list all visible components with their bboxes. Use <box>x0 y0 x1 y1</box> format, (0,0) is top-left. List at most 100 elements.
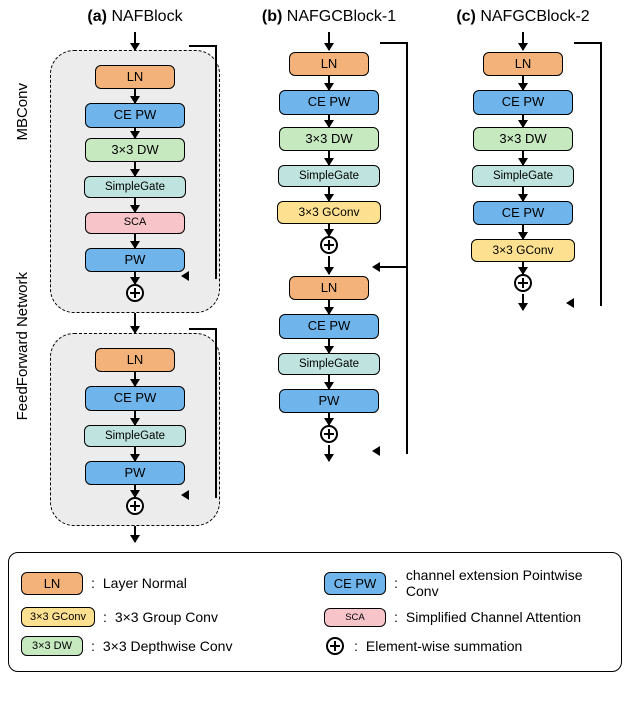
arrow <box>328 339 330 353</box>
arrow <box>134 234 136 248</box>
block-simplegate: SimpleGate <box>278 165 380 187</box>
arrow <box>328 151 330 165</box>
arrow <box>328 300 330 314</box>
sum-icon <box>514 274 532 292</box>
block-ln: LN <box>483 52 563 76</box>
swatch-dw: 3×3 DW <box>21 636 83 656</box>
arrow <box>522 115 524 127</box>
sum-icon <box>126 284 144 302</box>
arrow-out-a <box>134 526 136 542</box>
swatch-cepw: CE PW <box>324 572 386 595</box>
arrow <box>134 128 136 138</box>
block-ln: LN <box>95 65 175 89</box>
title-b: (b) NAFGCBlock-1 <box>262 8 396 26</box>
label-ffn: FeedForward Network <box>14 272 31 420</box>
arrow <box>134 272 136 284</box>
arrow-in-b <box>328 32 330 50</box>
block-simplegate: SimpleGate <box>472 165 574 187</box>
legend-text: 3×3 Group Conv <box>115 609 218 625</box>
swatch-gconv: 3×3 GConv <box>21 607 95 627</box>
arrow <box>134 198 136 212</box>
skip-ffn <box>189 328 217 498</box>
block-cepw: CE PW <box>85 103 185 127</box>
legend-row-cepw: CE PW : channel extension Pointwise Conv <box>324 567 609 599</box>
arrow <box>134 411 136 425</box>
legend-text: Layer Normal <box>103 575 187 591</box>
column-b: (b) NAFGCBlock-1 LN CE PW 3×3 DW SimpleG… <box>234 8 424 461</box>
sum-icon <box>324 635 346 657</box>
group-ffn: LN CE PW SimpleGate PW <box>50 333 220 526</box>
b-lower: LN CE PW SimpleGate PW <box>244 274 414 445</box>
block-cepw: CE PW <box>473 201 573 225</box>
arrow-out-b <box>328 445 330 461</box>
legend-text: channel extension Pointwise Conv <box>406 567 609 599</box>
legend-text: Element-wise summation <box>366 638 522 654</box>
block-cepw: CE PW <box>85 386 185 410</box>
arrow-in-a <box>134 32 136 50</box>
skip-mbconv <box>189 45 217 279</box>
block-cepw: CE PW <box>473 90 573 114</box>
block-pw: PW <box>279 389 379 413</box>
legend-row-gconv: 3×3 GConv : 3×3 Group Conv <box>21 607 306 627</box>
block-gconv: 3×3 GConv <box>277 201 381 224</box>
legend-row-ln: LN : Layer Normal <box>21 567 306 599</box>
skip-c <box>574 42 602 306</box>
arrow-in-c <box>522 32 524 50</box>
arrow <box>522 151 524 165</box>
block-ln: LN <box>289 52 369 76</box>
sum-icon <box>320 425 338 443</box>
legend-text: Simplified Channel Attention <box>406 609 581 625</box>
label-mbconv: MBConv <box>14 83 31 141</box>
arrow <box>134 447 136 461</box>
arrow <box>134 89 136 103</box>
arrow <box>328 76 330 90</box>
block-pw: PW <box>85 248 185 272</box>
block-ln: LN <box>95 348 175 372</box>
block-dw: 3×3 DW <box>279 127 379 151</box>
group-mbconv: LN CE PW 3×3 DW SimpleGate SCA PW <box>50 50 220 313</box>
b-upper: LN CE PW 3×3 DW SimpleGate 3×3 GConv <box>244 50 414 256</box>
arrow <box>134 162 136 176</box>
legend-text: 3×3 Depthwise Conv <box>103 638 233 654</box>
sum-icon <box>126 497 144 515</box>
column-a: (a) NAFBlock LN CE PW 3×3 DW SimpleGate … <box>40 8 230 542</box>
arrow <box>328 187 330 201</box>
side-labels: MBConv FeedForward Network <box>8 8 36 446</box>
block-sca: SCA <box>85 212 185 234</box>
c-stack: LN CE PW 3×3 DW SimpleGate CE PW 3×3 GCo… <box>438 50 608 294</box>
block-cepw: CE PW <box>279 314 379 338</box>
arrow-out-c <box>522 294 524 310</box>
arrow-mid-b <box>328 256 330 274</box>
legend-row-sum: : Element-wise summation <box>324 635 609 657</box>
swatch-sca: SCA <box>324 608 386 627</box>
arrow <box>328 413 330 425</box>
arrow <box>522 76 524 90</box>
block-pw: PW <box>85 461 185 485</box>
title-c: (c) NAFGCBlock-2 <box>456 8 589 26</box>
sum-icon <box>320 236 338 254</box>
swatch-ln: LN <box>21 572 83 595</box>
column-c: (c) NAFGCBlock-2 LN CE PW 3×3 DW SimpleG… <box>428 8 618 310</box>
arrow-mid-a <box>134 313 136 333</box>
figure: MBConv FeedForward Network (a) NAFBlock … <box>8 8 632 542</box>
block-dw: 3×3 DW <box>473 127 573 151</box>
arrow <box>522 262 524 274</box>
arrow <box>328 115 330 127</box>
skip-b1 <box>380 42 408 270</box>
block-simplegate: SimpleGate <box>84 176 186 198</box>
block-ln: LN <box>289 276 369 300</box>
block-simplegate: SimpleGate <box>84 425 186 447</box>
title-a: (a) NAFBlock <box>87 8 182 26</box>
arrow <box>134 372 136 386</box>
legend-row-sca: SCA : Simplified Channel Attention <box>324 607 609 627</box>
legend-row-dw: 3×3 DW : 3×3 Depthwise Conv <box>21 635 306 657</box>
legend: LN : Layer Normal CE PW : channel extens… <box>8 552 622 672</box>
block-simplegate: SimpleGate <box>278 353 380 375</box>
arrow <box>522 187 524 201</box>
arrow <box>522 225 524 239</box>
block-gconv: 3×3 GConv <box>471 239 575 262</box>
block-dw: 3×3 DW <box>85 138 185 162</box>
arrow <box>328 375 330 389</box>
arrow <box>134 485 136 497</box>
block-cepw: CE PW <box>279 90 379 114</box>
